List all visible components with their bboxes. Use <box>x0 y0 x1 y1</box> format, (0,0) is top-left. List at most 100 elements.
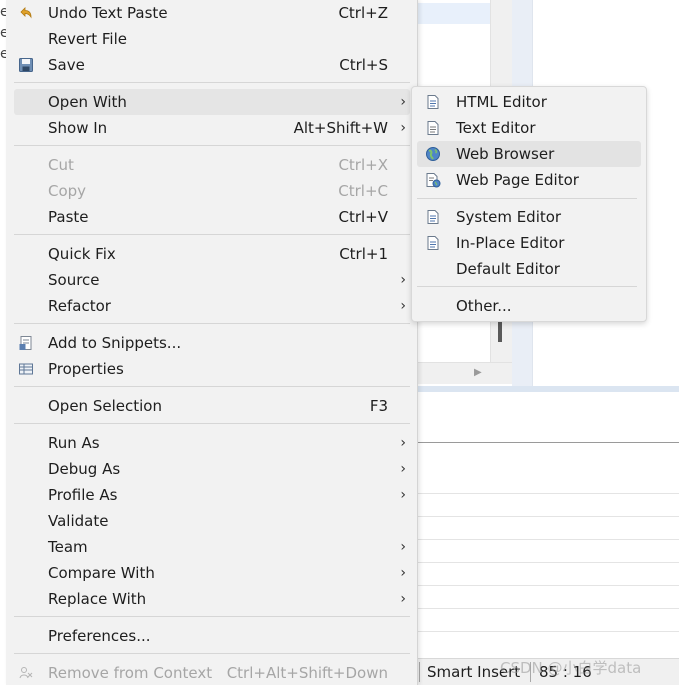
chevron-right-icon: › <box>400 591 406 607</box>
submenu-item-label: HTML Editor <box>456 93 547 111</box>
menu-item-debug-as[interactable]: Debug As › <box>14 456 410 482</box>
menu-separator <box>14 386 410 387</box>
menu-separator <box>14 323 410 324</box>
menu-item-label: Revert File <box>48 30 127 48</box>
snippet-icon <box>18 335 34 351</box>
menu-separator <box>14 653 410 654</box>
menu-item-compare-with[interactable]: Compare With › <box>14 560 410 586</box>
menu-item-replace-with[interactable]: Replace With › <box>14 586 410 612</box>
submenu-item-in-place-editor[interactable]: In-Place Editor <box>417 230 641 256</box>
chevron-right-icon: › <box>400 120 406 136</box>
menu-item-label: Quick Fix <box>48 245 116 263</box>
menu-separator <box>14 234 410 235</box>
menu-item-label: Properties <box>48 360 124 378</box>
table-row-line <box>410 631 679 632</box>
table-row-line <box>410 539 679 540</box>
menu-separator <box>417 198 637 199</box>
menu-item-undo[interactable]: Undo Text Paste Ctrl+Z <box>14 0 410 26</box>
submenu-item-html-editor[interactable]: HTML Editor <box>417 89 641 115</box>
save-icon <box>18 57 34 73</box>
table-row-line <box>410 493 679 494</box>
menu-item-label: Validate <box>48 512 109 530</box>
editor-current-line <box>410 3 490 24</box>
menu-item-shortcut: Ctrl+1 <box>339 245 388 263</box>
submenu-item-label: System Editor <box>456 208 562 226</box>
menu-item-label: Cut <box>48 156 74 174</box>
menu-item-show-in[interactable]: Show In Alt+Shift+W › <box>14 115 410 141</box>
properties-icon <box>18 361 34 377</box>
menu-separator <box>14 145 410 146</box>
menu-item-label: Remove from Context <box>48 664 213 682</box>
submenu-item-other[interactable]: Other... <box>417 293 641 319</box>
menu-item-refactor[interactable]: Refactor › <box>14 293 410 319</box>
chevron-right-icon: › <box>400 298 406 314</box>
menu-separator <box>417 286 637 287</box>
menu-item-source[interactable]: Source › <box>14 267 410 293</box>
chevron-right-icon: › <box>400 565 406 581</box>
table-row-line <box>410 562 679 563</box>
status-separator <box>419 662 420 682</box>
menu-item-shortcut: Ctrl+S <box>339 56 388 74</box>
remove-context-icon <box>18 665 34 681</box>
globe-icon <box>425 146 441 162</box>
chevron-right-icon: › <box>400 539 406 555</box>
table-row-line <box>410 608 679 609</box>
submenu-item-web-browser[interactable]: Web Browser <box>417 141 641 167</box>
menu-item-save[interactable]: Save Ctrl+S <box>14 52 410 78</box>
menu-item-quick-fix[interactable]: Quick Fix Ctrl+1 <box>14 241 410 267</box>
submenu-item-label: Web Browser <box>456 145 555 163</box>
menu-item-open-with[interactable]: Open With › <box>14 89 410 115</box>
table-row-line <box>410 516 679 517</box>
open-with-submenu: HTML Editor Text Editor Web Browser Web … <box>411 86 647 322</box>
submenu-item-default-editor[interactable]: Default Editor <box>417 256 641 282</box>
chevron-right-icon: › <box>400 487 406 503</box>
editor-horizontal-scrollbar[interactable] <box>410 362 512 384</box>
menu-item-validate[interactable]: Validate <box>14 508 410 534</box>
menu-item-label: Show In <box>48 119 108 137</box>
document-icon <box>425 209 441 225</box>
menu-item-properties[interactable]: Properties <box>14 356 410 382</box>
submenu-item-text-editor[interactable]: Text Editor <box>417 115 641 141</box>
menu-item-add-to-snippets[interactable]: Add to Snippets... <box>14 330 410 356</box>
submenu-item-label: Other... <box>456 297 512 315</box>
submenu-item-web-page-editor[interactable]: Web Page Editor <box>417 167 641 193</box>
menu-item-shortcut: Ctrl+X <box>338 156 388 174</box>
menu-item-label: Replace With <box>48 590 147 608</box>
chevron-right-icon: › <box>400 94 406 110</box>
document-icon <box>425 235 441 251</box>
menu-item-shortcut: Ctrl+V <box>338 208 388 226</box>
menu-item-run-as[interactable]: Run As › <box>14 430 410 456</box>
menu-item-remove-from-context[interactable]: Remove from Context Ctrl+Alt+Shift+Down <box>14 660 410 685</box>
menu-item-paste[interactable]: Paste Ctrl+V <box>14 204 410 230</box>
submenu-item-label: Text Editor <box>456 119 536 137</box>
submenu-item-system-editor[interactable]: System Editor <box>417 204 641 230</box>
scrollbar-thumb[interactable] <box>498 322 502 342</box>
menu-item-label: Refactor <box>48 297 111 315</box>
menu-item-open-selection[interactable]: Open Selection F3 <box>14 393 410 419</box>
menu-item-revert-file[interactable]: Revert File <box>14 26 410 52</box>
menu-item-team[interactable]: Team › <box>14 534 410 560</box>
menu-item-label: Run As <box>48 434 100 452</box>
menu-item-cut[interactable]: Cut Ctrl+X <box>14 152 410 178</box>
menu-item-profile-as[interactable]: Profile As › <box>14 482 410 508</box>
menu-separator <box>14 616 410 617</box>
menu-item-shortcut: Ctrl+Z <box>338 4 388 22</box>
menu-item-preferences[interactable]: Preferences... <box>14 623 410 649</box>
bottom-panel <box>410 392 679 658</box>
chevron-right-icon: › <box>400 435 406 451</box>
submenu-item-label: Default Editor <box>456 260 560 278</box>
menu-item-label: Team <box>48 538 88 556</box>
menu-item-label: Save <box>48 56 85 74</box>
menu-item-label: Profile As <box>48 486 118 504</box>
menu-item-label: Add to Snippets... <box>48 334 182 352</box>
menu-item-label: Preferences... <box>48 627 151 645</box>
document-icon <box>425 94 441 110</box>
bottom-panel-header-line <box>410 442 679 443</box>
scroll-right-arrow-icon[interactable]: ▶ <box>474 367 482 378</box>
menu-item-shortcut: F3 <box>369 397 388 415</box>
undo-icon <box>18 5 34 21</box>
menu-item-shortcut: Ctrl+Alt+Shift+Down <box>226 664 388 682</box>
menu-item-label: Debug As <box>48 460 121 478</box>
menu-item-label: Open Selection <box>48 397 162 415</box>
menu-item-copy[interactable]: Copy Ctrl+C <box>14 178 410 204</box>
